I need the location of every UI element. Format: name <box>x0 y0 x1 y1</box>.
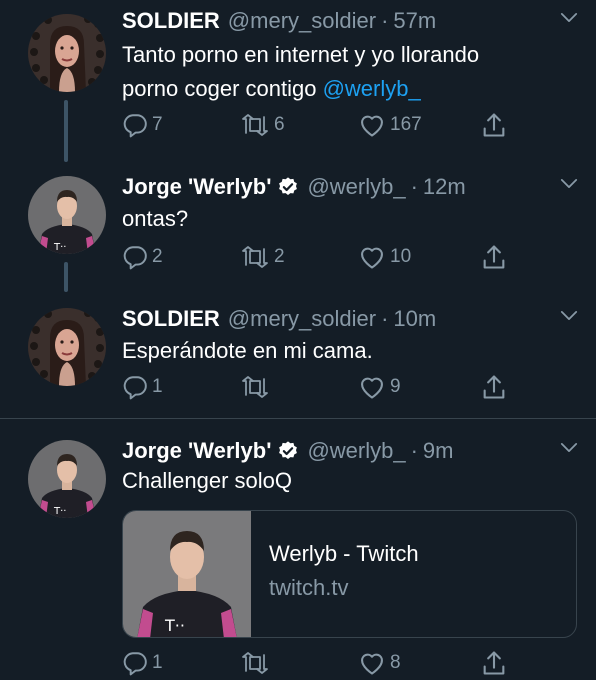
retweet-button[interactable]: 6 <box>240 110 285 140</box>
retweet-icon <box>240 651 270 675</box>
retweet-icon <box>240 245 270 269</box>
card-domain: twitch.tv <box>269 575 349 600</box>
share-icon <box>480 111 508 139</box>
separator-dot: · <box>381 8 389 33</box>
like-button[interactable]: 9 <box>358 372 401 402</box>
reply-icon <box>122 112 148 138</box>
tweet-actions: 7 6 167 <box>122 110 522 140</box>
retweet-icon <box>240 113 270 137</box>
tweet-text: Tanto porno en internet y yo llorando po… <box>122 38 572 106</box>
share-button[interactable] <box>480 372 508 402</box>
retweet-icon <box>240 375 270 399</box>
reply-button[interactable]: 2 <box>122 242 163 272</box>
avatar[interactable] <box>28 14 106 92</box>
verified-badge-icon <box>277 440 299 462</box>
thread-line <box>64 262 68 292</box>
link-card[interactable]: T·· Werlyb - Twitch twitch.tv <box>122 510 577 638</box>
share-icon <box>480 649 508 677</box>
tweet-text: ontas? <box>122 206 189 231</box>
tweet-2[interactable]: Jorge 'Werlyb' @werlyb_ · 12m ontas? 2 2… <box>0 172 596 292</box>
author-handle[interactable]: @mery_soldier <box>228 305 376 333</box>
reply-count: 2 <box>152 246 163 267</box>
reply-count: 7 <box>152 114 163 135</box>
tweet-actions: 2 2 10 <box>122 242 522 272</box>
timestamp[interactable]: 9m <box>423 437 454 465</box>
card-title: Werlyb - Twitch <box>269 541 419 566</box>
like-count: 10 <box>390 246 412 267</box>
like-button[interactable]: 167 <box>358 110 422 140</box>
heart-icon <box>358 373 386 401</box>
author-handle[interactable]: @werlyb_ <box>307 173 405 201</box>
like-count: 9 <box>390 376 401 397</box>
tweet-3[interactable]: SOLDIER @mery_soldier · 10m Esperándote … <box>0 304 596 414</box>
reply-button[interactable]: 1 <box>122 372 163 402</box>
card-thumbnail: T·· <box>123 511 251 637</box>
avatar[interactable] <box>28 440 106 518</box>
tweet-actions: 1 9 <box>122 372 522 402</box>
share-icon <box>480 243 508 271</box>
avatar[interactable] <box>28 308 106 386</box>
verified-badge-icon <box>277 176 299 198</box>
chevron-down-icon[interactable] <box>560 176 578 194</box>
tweet-text-segment: porno coger contigo <box>122 76 323 101</box>
thread-line <box>64 100 68 162</box>
tweet-text-line: Tanto porno en internet y yo llorando <box>122 42 480 67</box>
heart-icon <box>358 649 386 677</box>
share-icon <box>480 373 508 401</box>
reply-icon <box>122 650 148 676</box>
tweet-header: SOLDIER @mery_soldier · 57m <box>122 6 436 36</box>
share-button[interactable] <box>480 110 508 140</box>
like-button[interactable]: 10 <box>358 242 411 272</box>
author-handle[interactable]: @werlyb_ <box>307 437 405 465</box>
heart-icon <box>358 111 386 139</box>
retweet-button[interactable] <box>240 372 270 402</box>
tweet-header: SOLDIER @mery_soldier · 10m <box>122 304 436 334</box>
reply-icon <box>122 244 148 270</box>
share-button[interactable] <box>480 648 508 678</box>
reply-count: 1 <box>152 652 163 673</box>
author-handle[interactable]: @mery_soldier <box>228 7 376 35</box>
share-button[interactable] <box>480 242 508 272</box>
reply-icon <box>122 374 148 400</box>
tweet-header: Jorge 'Werlyb' @werlyb_ · 12m <box>122 172 466 202</box>
separator-dot: · <box>410 438 418 463</box>
author-name[interactable]: SOLDIER <box>122 305 220 333</box>
tweet-text: Esperándote en mi cama. <box>122 338 373 363</box>
reply-button[interactable]: 7 <box>122 110 163 140</box>
retweet-count: 6 <box>274 114 285 135</box>
retweet-button[interactable]: 2 <box>240 242 285 272</box>
timestamp[interactable]: 12m <box>423 173 466 201</box>
author-name[interactable]: Jorge 'Werlyb' <box>122 173 271 201</box>
avatar[interactable] <box>28 176 106 254</box>
mention-link[interactable]: @werlyb_ <box>323 76 421 101</box>
chevron-down-icon[interactable] <box>560 308 578 326</box>
separator-dot: · <box>381 306 389 331</box>
author-name[interactable]: SOLDIER <box>122 7 220 35</box>
timestamp[interactable]: 57m <box>393 7 436 35</box>
tweet-text: Challenger soloQ <box>122 468 292 493</box>
separator-dot: · <box>410 174 418 199</box>
heart-icon <box>358 243 386 271</box>
tweet-separator <box>0 418 596 419</box>
like-count: 167 <box>390 114 422 135</box>
timestamp[interactable]: 10m <box>393 305 436 333</box>
tweet-header: Jorge 'Werlyb' @werlyb_ · 9m <box>122 436 453 466</box>
reply-button[interactable]: 1 <box>122 648 163 678</box>
retweet-button[interactable] <box>240 648 270 678</box>
reply-count: 1 <box>152 376 163 397</box>
author-name[interactable]: Jorge 'Werlyb' <box>122 437 271 465</box>
like-button[interactable]: 8 <box>358 648 401 678</box>
like-count: 8 <box>390 652 401 673</box>
retweet-count: 2 <box>274 246 285 267</box>
chevron-down-icon[interactable] <box>560 10 578 28</box>
tweet-1[interactable]: SOLDIER @mery_soldier · 57m Tanto porno … <box>0 6 596 156</box>
chevron-down-icon[interactable] <box>560 440 578 458</box>
tweet-text-line: porno coger contigo @werlyb_ <box>122 72 572 106</box>
tweet-actions: 1 8 <box>122 648 522 678</box>
svg-text:T··: T·· <box>164 616 185 635</box>
